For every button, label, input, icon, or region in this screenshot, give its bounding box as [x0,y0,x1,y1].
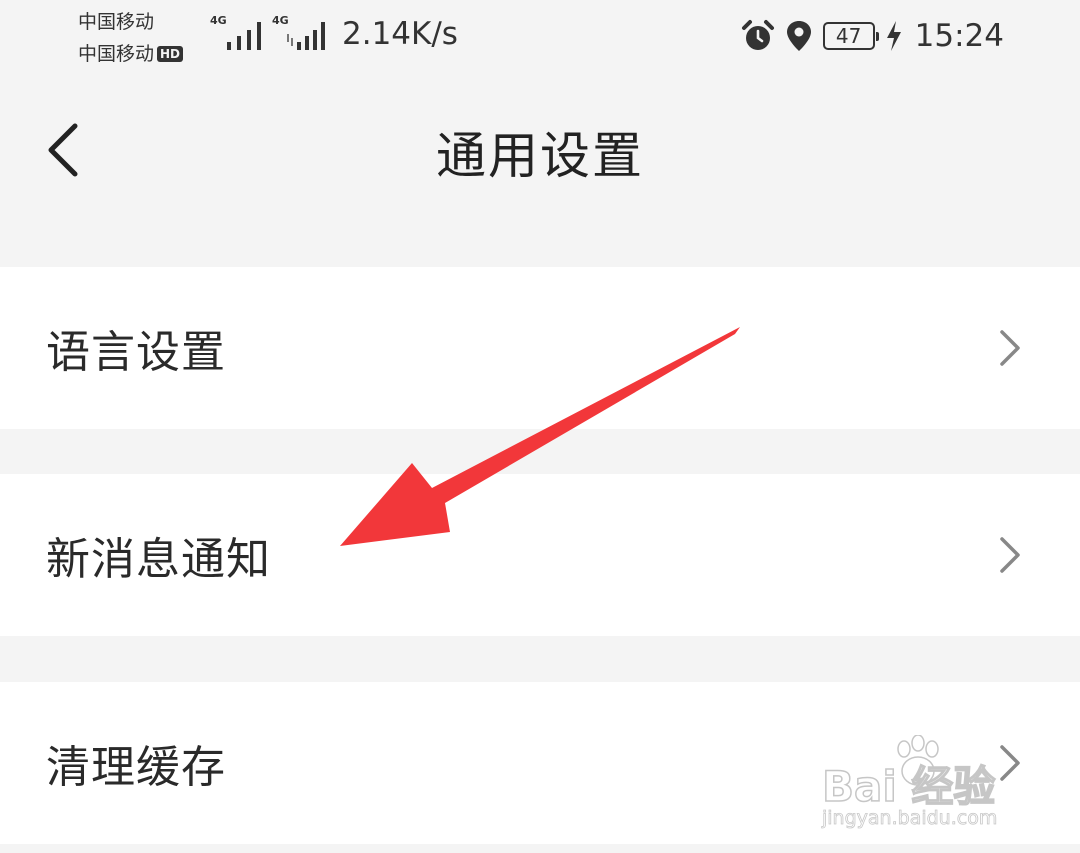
settings-item-notifications[interactable]: 新消息通知 [0,474,1080,636]
watermark-brand: Bai 经验 [821,761,996,812]
status-right-group: 47 15:24 [741,14,1004,58]
hd-badge: HD [157,46,184,62]
settings-item-language[interactable]: 语言设置 [0,267,1080,429]
alarm-icon [741,20,774,50]
signal-strength-icon [287,22,325,50]
navigation-bar: 通用设置 [0,80,1080,220]
watermark-url: jingyan.baidu.com [822,807,998,830]
chevron-right-icon [1000,330,1020,366]
carrier-info: 中国移动 中国移动 HD [78,6,184,70]
network-speed: 2.14K/s [342,16,458,52]
baidu-watermark: Bai 经验 jingyan.baidu.com [821,735,1022,835]
chevron-right-icon [1000,537,1020,573]
settings-item-label: 语言设置 [46,327,226,378]
clock: 15:24 [914,18,1004,54]
status-bar: 中国移动 中国移动 HD 4G 4G 2.14K/s 47 15:24 [0,0,1080,80]
signal-strength-icon [227,22,261,50]
page-title: 通用设置 [436,127,644,185]
carrier-1-label: 中国移动 [78,11,155,33]
carrier-2-label: 中国移动 [78,43,155,65]
location-icon [786,21,811,51]
settings-item-label: 新消息通知 [46,534,271,585]
charging-icon [886,21,901,51]
settings-item-label: 清理缓存 [46,742,226,793]
battery-indicator: 47 [822,22,879,50]
